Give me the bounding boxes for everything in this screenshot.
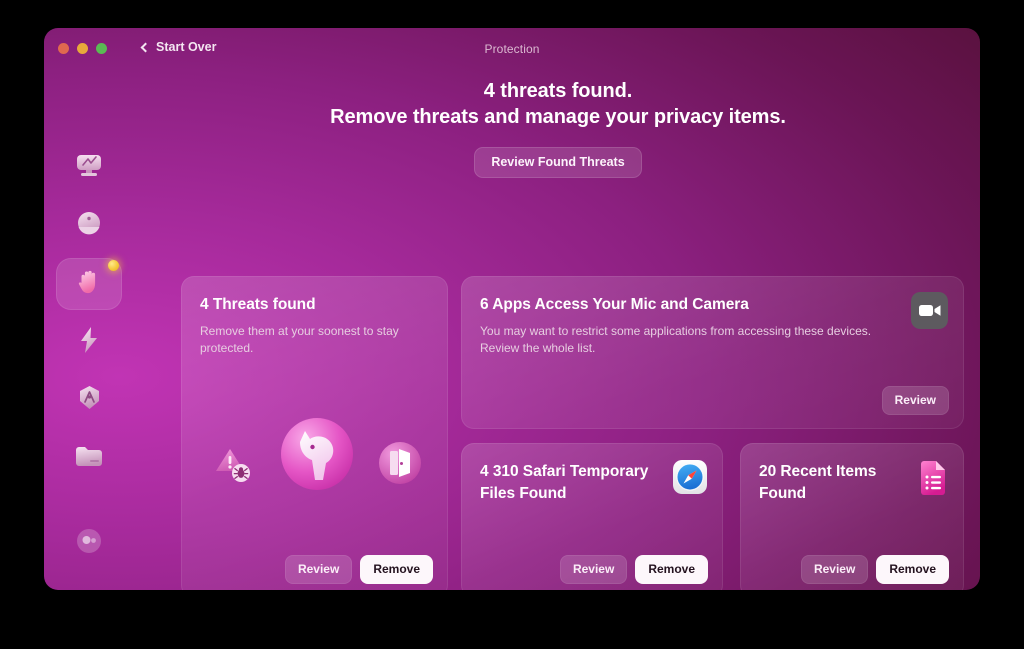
sidebar-item-protection[interactable] (56, 258, 122, 310)
app-window: Start Over Protection 4 threats found. R… (44, 28, 980, 590)
card-threats-actions: Review Remove (284, 555, 433, 584)
hero-line-2: Remove threats and manage your privacy i… (330, 106, 786, 129)
safari-review-button[interactable]: Review (559, 555, 628, 584)
backdoor-door-icon (377, 440, 423, 491)
sidebar-item-applications[interactable] (56, 374, 122, 426)
card-threats-content: 4 Threats found Remove them at your soon… (181, 276, 448, 357)
document-list-icon (918, 460, 948, 501)
hand-icon (76, 268, 102, 301)
capsule-icon (76, 210, 102, 243)
card-recent-title: 20 Recent Items Found (759, 463, 877, 502)
recent-remove-button[interactable]: Remove (876, 555, 949, 584)
card-threats-title: 4 Threats found (200, 296, 316, 313)
video-camera-icon (911, 292, 948, 329)
trojan-horse-icon (279, 416, 355, 497)
review-found-threats-button[interactable]: Review Found Threats (474, 147, 642, 179)
card-safari-title: 4 310 Safari Temporary Files Found (480, 463, 649, 502)
card-threats[interactable]: 4 Threats found Remove them at your soon… (181, 276, 448, 590)
folder-icon (74, 444, 104, 473)
cards-grid: 4 Threats found Remove them at your soon… (181, 276, 964, 590)
card-mic-camera[interactable]: 6 Apps Access Your Mic and Camera You ma… (461, 276, 964, 429)
hero-line-1: 4 threats found. (483, 80, 633, 102)
sidebar-item-smart-scan[interactable] (56, 142, 122, 194)
card-recent-items[interactable]: 20 Recent Items Found Review Remove (740, 443, 964, 590)
mic-review-button[interactable]: Review (881, 386, 949, 415)
safari-compass-icon (673, 460, 707, 494)
card-mic-title: 6 Apps Access Your Mic and Camera (480, 296, 749, 313)
card-safari-actions: Review Remove (559, 555, 708, 584)
sidebar-item-performance[interactable] (56, 316, 122, 368)
notification-badge-icon (108, 260, 119, 271)
lightning-bolt-icon (78, 326, 100, 359)
warning-bug-icon (214, 444, 258, 493)
threat-illustration (181, 416, 448, 526)
card-mic-content: 6 Apps Access Your Mic and Camera You ma… (461, 276, 964, 357)
card-mic-actions: Review (881, 386, 949, 415)
card-safari-files[interactable]: 4 310 Safari Temporary Files Found Revie… (461, 443, 723, 590)
monitor-icon (74, 153, 104, 184)
threats-remove-button[interactable]: Remove (360, 555, 433, 584)
avatar-icon (76, 528, 102, 559)
title-bar: Start Over Protection (44, 28, 980, 72)
hero-section: 4 threats found. Remove threats and mana… (136, 78, 980, 179)
hero-heading: 4 threats found. Remove threats and mana… (136, 78, 980, 130)
page-title: Protection (484, 42, 540, 56)
safari-remove-button[interactable]: Remove (635, 555, 708, 584)
account-avatar-button[interactable] (64, 518, 114, 568)
shield-hexagon-icon (76, 384, 103, 417)
card-recent-actions: Review Remove (800, 555, 949, 584)
sidebar-item-cleanup[interactable] (56, 200, 122, 252)
threats-review-button[interactable]: Review (284, 555, 353, 584)
sidebar-item-my-stuff[interactable] (56, 432, 122, 484)
sidebar (44, 72, 136, 590)
card-threats-description: Remove them at your soonest to stay prot… (200, 324, 399, 356)
card-mic-description: You may want to restrict some applicatio… (480, 324, 872, 356)
recent-review-button[interactable]: Review (800, 555, 869, 584)
